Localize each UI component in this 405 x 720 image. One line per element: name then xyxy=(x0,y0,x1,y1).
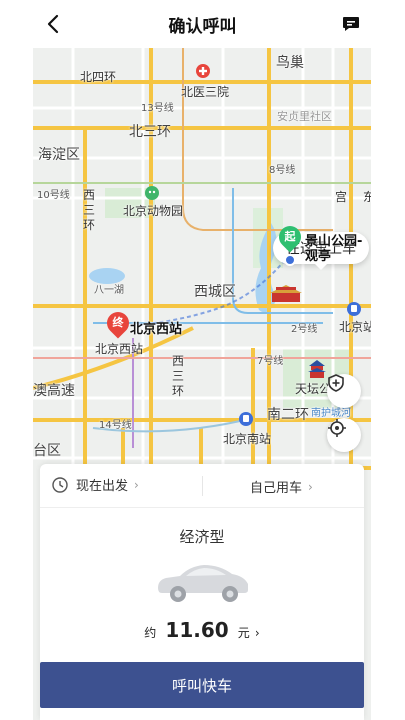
label-gong: 宫 xyxy=(335,190,348,204)
passenger-label: 自己用车 xyxy=(250,481,303,496)
label-beijingzhan: 北京站 xyxy=(339,320,371,334)
temple-of-heaven-icon xyxy=(308,360,326,378)
label-bayi: 八一湖 xyxy=(94,285,124,296)
label-beisihuan: 北四环 xyxy=(80,70,117,84)
current-location-dot xyxy=(284,254,296,266)
label-haidian: 海淀区 xyxy=(38,147,80,163)
divider xyxy=(202,476,203,496)
safety-button[interactable] xyxy=(327,374,361,408)
price-prefix: 约 xyxy=(144,626,157,640)
label-xisan2: 西三环 xyxy=(172,354,185,398)
order-panel: 现在出发 › 自己用车 › 经济型 约 11.60 元 › 呼叫快车 xyxy=(40,464,364,720)
label-aogaosu: 澳高速 xyxy=(33,383,75,399)
label-xicheng: 西城区 xyxy=(194,284,236,300)
depart-time-selector[interactable]: 现在出发 › xyxy=(52,475,139,494)
tiananmen-icon xyxy=(270,285,302,302)
label-jingshan: 景山公园-观亭 xyxy=(305,234,363,264)
label-nanerhuan: 南二环 xyxy=(267,407,309,423)
zoo-icon xyxy=(145,186,159,200)
price-estimate[interactable]: 约 11.60 元 › xyxy=(40,618,364,642)
label-xisanhuan: 西三环 xyxy=(83,188,96,232)
price-value: 11.60 xyxy=(165,618,229,642)
message-icon[interactable] xyxy=(341,14,361,34)
clock-icon xyxy=(52,476,68,493)
label-zoo: 北京动物园 xyxy=(123,204,184,218)
end-marker[interactable]: 终 xyxy=(102,307,134,339)
chevron-right-icon: › xyxy=(134,477,139,492)
car-icon xyxy=(158,565,248,602)
top-bar: 确认呼叫 xyxy=(0,0,405,48)
label-beiyisanyuan: 北医三院 xyxy=(181,85,230,99)
call-car-button[interactable]: 呼叫快车 xyxy=(40,662,364,708)
label-dong: 东 xyxy=(363,190,371,204)
start-marker-label: 起 xyxy=(284,230,296,243)
label-taiqu: 台区 xyxy=(33,443,61,459)
label-beijingxi: 北京西站 xyxy=(130,322,183,337)
hospital-icon xyxy=(196,64,210,78)
options-row: 现在出发 › 自己用车 › xyxy=(40,464,364,508)
label-beijingnan: 北京南站 xyxy=(223,432,272,446)
label-anzhenli: 安贞里社区 xyxy=(277,110,332,123)
car-type-label: 经济型 xyxy=(179,528,225,546)
end-marker-label: 终 xyxy=(112,316,124,329)
crosshair-icon xyxy=(328,419,346,437)
locate-button[interactable] xyxy=(327,418,361,452)
chevron-right-icon: › xyxy=(308,479,313,494)
chevron-right-icon: › xyxy=(254,626,260,640)
label-beisanhuan: 北三环 xyxy=(129,124,171,140)
train-station-icon xyxy=(239,412,253,426)
passenger-selector[interactable]: 自己用车 › xyxy=(250,477,313,497)
label-line10: 10号线 xyxy=(37,190,70,201)
label-beijingxi-sub: 北京西站 xyxy=(95,342,144,356)
label-tiantan: 天坛公 xyxy=(295,382,332,396)
label-line14: 14号线 xyxy=(99,420,132,431)
start-marker[interactable]: 起 xyxy=(274,221,306,253)
shield-icon xyxy=(328,374,344,392)
depart-time-label: 现在出发 xyxy=(76,479,129,494)
label-niaochao: 鸟巢 xyxy=(276,55,304,71)
price-unit: 元 xyxy=(237,626,250,640)
label-line13: 13号线 xyxy=(141,103,174,114)
label-line7: 7号线 xyxy=(257,356,284,367)
label-line2: 2号线 xyxy=(291,324,318,335)
station-icon xyxy=(347,302,361,316)
label-line8: 8号线 xyxy=(269,165,296,176)
